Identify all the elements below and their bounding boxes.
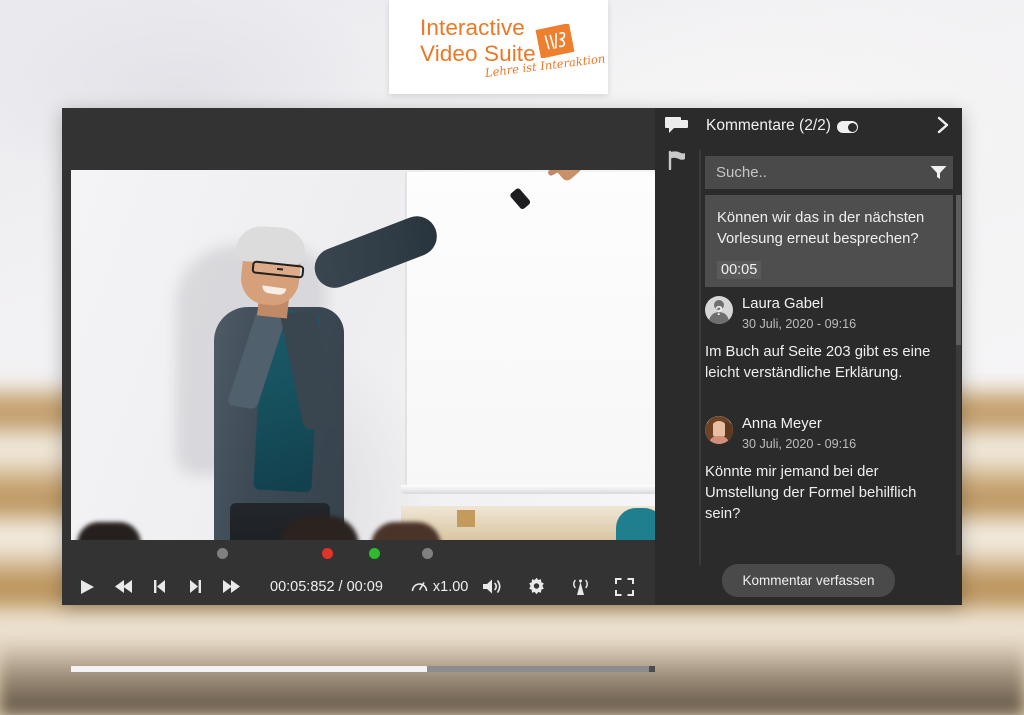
comment-bubble-icon[interactable] — [665, 116, 689, 142]
video-scene-presenter — [166, 170, 587, 540]
timeline-marker-row — [62, 540, 655, 568]
brand-logo-card: Interactive Video Suite Lehre ist Intera… — [389, 0, 608, 94]
volume-icon[interactable] — [481, 576, 503, 598]
play-button[interactable] — [76, 576, 98, 598]
search-input[interactable] — [705, 164, 923, 181]
broadcast-icon[interactable] — [569, 576, 591, 598]
video-column: 00:05:852 / 00:09 x1.00 — [62, 108, 655, 672]
comments-visibility-toggle[interactable] — [837, 121, 858, 133]
presenter-hair — [234, 224, 308, 266]
rewind-button[interactable] — [112, 576, 134, 598]
video-player: 00:05:852 / 00:09 x1.00 Kommentare (2/2)… — [62, 108, 962, 672]
avatar — [705, 416, 733, 444]
list-item[interactable]: Anna Meyer 30 Juli, 2020 - 09:16 Könnte … — [705, 388, 953, 529]
comment-text: Könnte mir jemand bei der Umstellung der… — [705, 464, 917, 522]
comment-meta: Laura Gabel 30 Juli, 2020 - 09:16 — [742, 296, 856, 333]
video-canvas[interactable] — [71, 170, 655, 540]
video-scene-desk-leg — [457, 510, 475, 527]
timeline-marker[interactable] — [217, 548, 229, 559]
background-foreground-shadow — [0, 640, 1024, 715]
avatar-question-glyph: ? — [715, 302, 723, 318]
next-frame-button[interactable] — [184, 576, 206, 598]
player-controls-right — [481, 576, 655, 598]
active-comment-text: Können wir das in der nächsten Vorlesung… — [717, 210, 925, 247]
active-comment-timestamp[interactable]: 00:05 — [717, 261, 762, 279]
compose-area: Kommentar verfassen — [655, 555, 962, 605]
fullscreen-icon[interactable] — [613, 576, 635, 598]
player-controls-left: 00:05:852 / 00:09 x1.00 — [62, 576, 468, 598]
settings-gear-icon[interactable] — [525, 576, 547, 598]
active-comment[interactable]: Können wir das in der nächsten Vorlesung… — [705, 195, 953, 287]
comments-list[interactable]: Können wir das in der nächsten Vorlesung… — [705, 195, 953, 555]
comments-panel: Kommentare (2/2) Kö — [655, 108, 962, 605]
timeline-marker[interactable] — [369, 548, 381, 559]
filter-icon[interactable] — [923, 165, 953, 180]
avatar: ? — [705, 296, 733, 324]
flag-icon[interactable] — [668, 150, 688, 175]
comment-meta: Anna Meyer 30 Juli, 2020 - 09:16 — [742, 416, 856, 453]
comments-scrollbar-thumb[interactable] — [956, 195, 961, 345]
comment-author: Anna Meyer — [742, 416, 822, 432]
fast-forward-button[interactable] — [220, 576, 242, 598]
video-scene-board-lip — [401, 485, 655, 494]
timeline-marker[interactable] — [421, 548, 433, 559]
panel-divider — [699, 150, 701, 565]
logo-line-1: Interactive — [420, 15, 525, 40]
video-suite-mark-icon — [535, 24, 575, 58]
video-scene-whiteboard — [405, 172, 655, 490]
seek-played — [71, 666, 428, 672]
previous-frame-button[interactable] — [148, 576, 170, 598]
comments-scrollbar[interactable] — [956, 195, 961, 555]
list-item[interactable]: ? Laura Gabel 30 Juli, 2020 - 09:16 Im B… — [705, 287, 953, 388]
comment-date: 30 Juli, 2020 - 09:16 — [742, 317, 857, 331]
comments-panel-title: Kommentare (2/2) — [706, 117, 831, 134]
comment-header: Anna Meyer 30 Juli, 2020 - 09:16 — [705, 416, 953, 453]
comments-panel-header: Kommentare (2/2) — [655, 108, 962, 148]
comment-author: Laura Gabel — [742, 296, 824, 312]
comment-date: 30 Juli, 2020 - 09:16 — [742, 437, 857, 451]
seek-bar[interactable] — [71, 666, 655, 672]
collapse-panel-button[interactable] — [937, 116, 950, 139]
time-display: 00:05:852 / 00:09 — [270, 578, 383, 595]
timeline-marker[interactable] — [322, 548, 334, 559]
speed-gauge-icon — [411, 582, 428, 592]
playback-speed-value: x1.00 — [432, 578, 469, 595]
comment-search-bar — [705, 156, 953, 189]
playback-speed[interactable]: x1.00 — [411, 579, 468, 595]
player-controls: 00:05:852 / 00:09 x1.00 — [62, 568, 655, 605]
logo-wordmark: Interactive Video Suite — [420, 15, 536, 67]
video-scene-chair — [616, 508, 655, 540]
comment-header: ? Laura Gabel 30 Juli, 2020 - 09:16 — [705, 296, 953, 333]
compose-comment-button[interactable]: Kommentar verfassen — [722, 563, 895, 597]
comment-text: Im Buch auf Seite 203 gibt es eine leich… — [705, 344, 931, 381]
